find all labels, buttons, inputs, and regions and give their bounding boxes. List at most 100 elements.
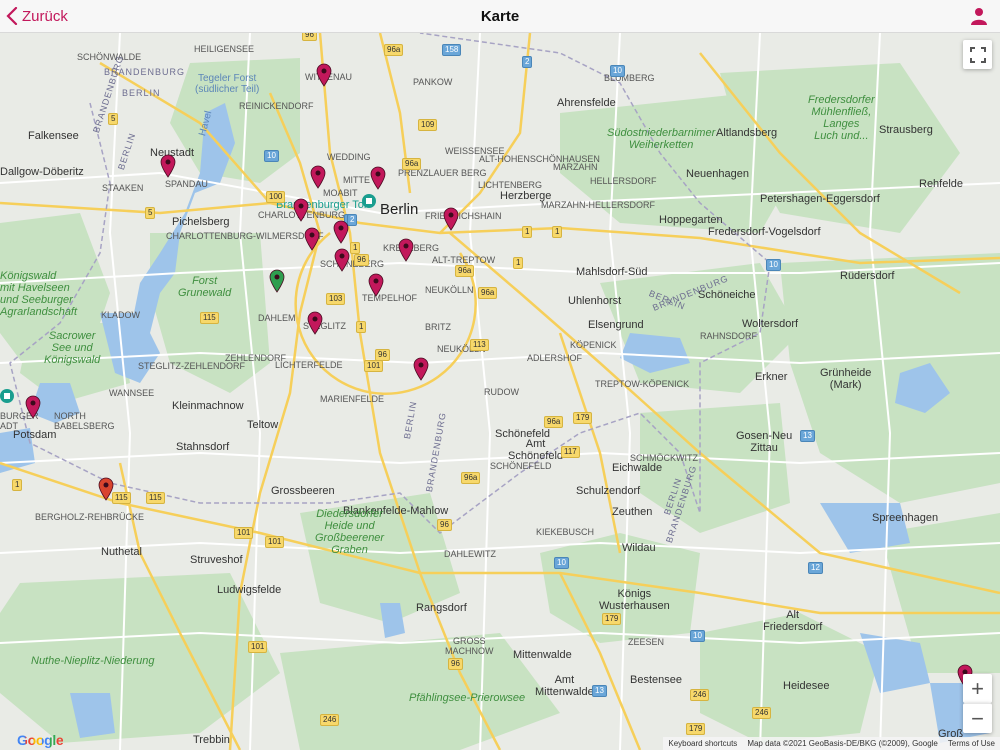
map-label-wedding: WEDDING bbox=[327, 152, 371, 162]
map-label-amt-schoenefeld: Amt Schönefeld bbox=[508, 438, 564, 462]
map-view[interactable]: Berlin Potsdam Falkensee Neustadt SPANDA… bbox=[0, 33, 1000, 750]
road-shield: 158 bbox=[442, 44, 462, 56]
map-label-koenigs-wusterhausen: Königs Wusterhausen bbox=[599, 588, 670, 612]
map-label-berlin: Berlin bbox=[380, 201, 419, 218]
map-label-schoenwalde: SCHÖNWALDE bbox=[77, 52, 142, 62]
plus-icon: + bbox=[971, 675, 984, 701]
marker-grunewald[interactable] bbox=[269, 269, 285, 293]
marker-mitte[interactable] bbox=[370, 166, 386, 190]
map-label-stahnsdorf: Stahnsdorf bbox=[176, 441, 230, 453]
map-label-lichtenberg: LICHTENBERG bbox=[478, 180, 543, 190]
map-label-trebbin: Trebbin bbox=[193, 734, 230, 746]
map-label-ahrensfelde: Ahrensfelde bbox=[557, 97, 616, 109]
road-shield: 10 bbox=[554, 557, 569, 569]
road-shield: 101 bbox=[234, 527, 254, 539]
road-shield: 96a bbox=[402, 158, 422, 170]
marker-tempelhof[interactable] bbox=[368, 273, 384, 297]
road-shield: 1 bbox=[356, 321, 367, 333]
marker-wittenau[interactable] bbox=[316, 63, 332, 87]
zoom-out-button[interactable]: − bbox=[963, 703, 992, 733]
marker-charlottenburg[interactable] bbox=[293, 198, 309, 222]
road-shield: 96 bbox=[354, 254, 369, 266]
marker-bergholz[interactable] bbox=[98, 477, 114, 501]
road-shield: 1 bbox=[552, 226, 563, 238]
marker-neukoelln-south[interactable] bbox=[413, 357, 429, 381]
road-shield: 109 bbox=[418, 119, 438, 131]
user-icon[interactable] bbox=[970, 7, 988, 25]
terms-link[interactable]: Terms of Use bbox=[948, 739, 995, 748]
map-label-schoeneberg: SCHÖNEBERG bbox=[320, 259, 385, 269]
google-logo-text: Google bbox=[17, 732, 64, 748]
navigation-bar: Zurück Karte bbox=[0, 0, 1000, 33]
map-label-kladow: KLADOW bbox=[101, 310, 141, 320]
marker-kreuzberg[interactable] bbox=[398, 238, 414, 262]
google-logo[interactable]: Google bbox=[17, 732, 64, 748]
road-shield: 96a bbox=[544, 416, 564, 428]
map-label-elsengrund: Elsengrund bbox=[588, 319, 644, 331]
marker-moabit[interactable] bbox=[310, 165, 326, 189]
road-shield: 1 bbox=[513, 257, 524, 269]
marker-schoeneberg-north[interactable] bbox=[333, 220, 349, 244]
map-label-rahnsdorf: RAHNSDORF bbox=[700, 331, 758, 341]
road-shield: 13 bbox=[592, 685, 607, 697]
map-label-zeuthen: Zeuthen bbox=[612, 506, 653, 518]
marker-spandau[interactable] bbox=[160, 154, 176, 178]
map-label-schmockwitz: SCHMÖCKWITZ bbox=[630, 453, 698, 463]
map-label-rangsdorf: Rangsdorf bbox=[416, 602, 467, 614]
map-label-steglitz-zehlendorf: STEGLITZ-ZEHLENDORF bbox=[138, 361, 246, 371]
map-label-rehfelde: Rehfelde bbox=[919, 178, 964, 190]
landmark-icon[interactable] bbox=[362, 194, 376, 208]
road-shield: 115 bbox=[146, 492, 165, 504]
map-label-britz: BRITZ bbox=[425, 322, 451, 332]
map-label-gross-machnow: GROSS MACHNOW bbox=[445, 636, 494, 656]
road-shield: 246 bbox=[320, 714, 340, 726]
marker-potsdam[interactable] bbox=[25, 395, 41, 419]
road-shield: 115 bbox=[200, 312, 219, 324]
map-label-ruedersdorf: Rüdersdorf bbox=[840, 270, 895, 282]
map-label-uhlenhorst: Uhlenhorst bbox=[568, 295, 622, 307]
page-title: Karte bbox=[480, 8, 520, 25]
fullscreen-button[interactable] bbox=[963, 40, 992, 69]
zoom-in-button[interactable]: + bbox=[963, 674, 992, 703]
map-label-marienfelde: MARIENFELDE bbox=[320, 394, 385, 404]
map-label-woltersdorf: Woltersdorf bbox=[742, 318, 799, 330]
road-shield: 179 bbox=[686, 723, 706, 735]
landmark-icon[interactable] bbox=[0, 389, 14, 403]
road-shield: 2 bbox=[522, 56, 533, 68]
map-label-bestensee: Bestensee bbox=[630, 674, 682, 686]
map-label-falkensee: Falkensee bbox=[28, 130, 79, 142]
marker-schoeneberg[interactable] bbox=[334, 248, 350, 272]
road-shield: 96 bbox=[437, 519, 452, 531]
map-label-charlottenburg-wilmersdorf: CHARLOTTENBURG-WILMERSDORF bbox=[166, 231, 324, 241]
map-label-mittenwalde: Mittenwalde bbox=[513, 649, 572, 661]
marker-friedrichshain[interactable] bbox=[443, 207, 459, 231]
map-attribution: Keyboard shortcuts Map data ©2021 GeoBas… bbox=[663, 737, 1000, 750]
map-label-wildau: Wildau bbox=[622, 542, 656, 554]
road-shield: 101 bbox=[248, 641, 268, 653]
map-label-altlandsberg: Altlandsberg bbox=[716, 127, 778, 139]
fullscreen-icon bbox=[969, 46, 986, 63]
map-label-gosen: Gosen-Neu Zittau bbox=[736, 430, 793, 454]
road-shield: 179 bbox=[602, 613, 622, 625]
map-label-dallgow: Dallgow-Döberitz bbox=[0, 166, 84, 178]
road-shield: 179 bbox=[573, 412, 593, 424]
map-label-struveshof: Struveshof bbox=[190, 554, 243, 566]
marker-wilmersdorf[interactable] bbox=[304, 227, 320, 251]
road-shield: 96a bbox=[461, 472, 481, 484]
road-shield: 96 bbox=[448, 658, 463, 670]
road-shield: 96 bbox=[375, 349, 390, 361]
road-shield: 10 bbox=[610, 65, 625, 77]
map-label-neuenhagen: Neuenhagen bbox=[686, 168, 750, 180]
marker-steglitz[interactable] bbox=[307, 311, 323, 335]
road-shield: 1 bbox=[12, 479, 23, 491]
keyboard-shortcuts-link[interactable]: Keyboard shortcuts bbox=[668, 739, 737, 748]
map-label-mitte: MITTE bbox=[343, 175, 370, 185]
map-label-bergholz: BERGHOLZ-REHBRÜCKE bbox=[35, 512, 145, 522]
map-label-kiekebusch: KIEKEBUSCH bbox=[536, 527, 595, 537]
map-label-pfaehlingsee: Pfählingsee-Prierowsee bbox=[409, 692, 526, 704]
road-shield: 10 bbox=[264, 150, 279, 162]
road-shield: 103 bbox=[326, 293, 346, 305]
map-label-tegeler-forst: Tegeler Forst (südlicher Teil) bbox=[195, 73, 260, 95]
map-label-strausberg: Strausberg bbox=[879, 124, 933, 136]
map-label-erkner: Erkner bbox=[755, 371, 788, 383]
